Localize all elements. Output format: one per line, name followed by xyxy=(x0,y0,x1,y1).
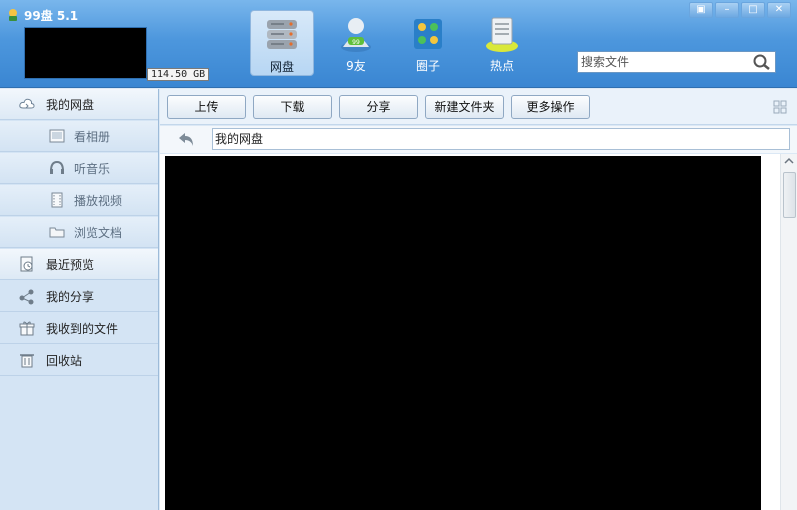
sidebar-item-label: 我的网盘 xyxy=(46,97,95,112)
path-bar: 我的网盘 xyxy=(160,126,797,153)
hot-icon xyxy=(486,17,518,52)
sidebar-item-label: 播放视频 xyxy=(74,193,123,208)
sidebar-item-photos[interactable]: 看相册 xyxy=(0,121,158,152)
sidebar-item-received[interactable]: 我收到的文件 xyxy=(0,313,158,344)
tab-label: 9友 xyxy=(346,59,366,73)
svg-text:99: 99 xyxy=(352,39,360,46)
sidebar-item-videos[interactable]: 播放视频 xyxy=(0,185,158,216)
header-bar: 99盘 5.1 114.50 GB 网盘 99 9友 圈子 热点 ▣ – □ ✕… xyxy=(0,0,797,88)
vertical-scrollbar[interactable] xyxy=(780,154,797,510)
scroll-thumb[interactable] xyxy=(783,172,796,218)
more-actions-button[interactable]: 更多操作 xyxy=(511,95,590,119)
tab-label: 热点 xyxy=(489,59,514,73)
sidebar-item-label: 浏览文档 xyxy=(74,225,123,240)
folder-icon xyxy=(49,227,65,238)
sidebar-item-label: 回收站 xyxy=(46,353,83,368)
window-controls: ▣ – □ ✕ xyxy=(689,2,791,18)
back-icon[interactable] xyxy=(176,130,198,148)
path-field[interactable]: 我的网盘 xyxy=(212,128,790,150)
pin-icon[interactable]: ▣ xyxy=(689,2,713,18)
share-button[interactable]: 分享 xyxy=(339,95,418,119)
app-title: 99盘 5.1 xyxy=(24,8,79,23)
sidebar-item-label: 看相册 xyxy=(74,129,111,144)
download-button[interactable]: 下载 xyxy=(253,95,332,119)
headphone-icon xyxy=(50,160,64,174)
share-icon xyxy=(19,289,34,305)
tab-label: 网盘 xyxy=(269,60,294,74)
trash-icon xyxy=(20,354,34,368)
tab-label: 圈子 xyxy=(415,59,440,73)
cloud-icon xyxy=(19,98,35,109)
view-grid-icon[interactable] xyxy=(773,100,787,114)
photo-icon xyxy=(49,129,65,143)
sidebar-item-music[interactable]: 听音乐 xyxy=(0,153,158,184)
search-box xyxy=(577,51,776,73)
sidebar-item-label: 我的分享 xyxy=(46,289,95,304)
avatar[interactable] xyxy=(24,27,147,79)
search-input[interactable] xyxy=(578,52,748,72)
sidebar: 我的网盘 看相册 听音乐 播放视频 浏览文档 最近预览 我的分享 我收到的文件 … xyxy=(0,89,159,510)
tab-circles[interactable]: 圈子 xyxy=(396,10,460,76)
quota-label: 114.50 GB xyxy=(147,68,210,81)
file-list-area[interactable] xyxy=(160,154,797,510)
sidebar-item-my-share[interactable]: 我的分享 xyxy=(0,281,158,312)
tab-friends[interactable]: 99 9友 xyxy=(324,10,388,76)
new-folder-button[interactable]: 新建文件夹 xyxy=(425,95,504,119)
tab-hot[interactable]: 热点 xyxy=(470,10,534,76)
sidebar-item-recent[interactable]: 最近预览 xyxy=(0,249,158,280)
server-icon xyxy=(267,20,297,49)
sidebar-item-label: 我收到的文件 xyxy=(46,321,119,336)
sidebar-item-label: 听音乐 xyxy=(74,161,111,176)
sidebar-item-label: 最近预览 xyxy=(46,257,95,272)
gift-icon xyxy=(19,321,35,336)
minimize-icon[interactable]: – xyxy=(715,2,739,18)
scroll-up-icon[interactable] xyxy=(784,156,794,166)
film-icon xyxy=(51,192,63,208)
recent-icon xyxy=(20,256,33,272)
maximize-icon[interactable]: □ xyxy=(741,2,765,18)
upload-button[interactable]: 上传 xyxy=(167,95,246,119)
search-icon[interactable] xyxy=(752,53,772,71)
toolbar: 上传 下载 分享 新建文件夹 更多操作 xyxy=(160,89,797,125)
friend-icon: 99 xyxy=(341,18,371,52)
tab-netdisk[interactable]: 网盘 xyxy=(250,10,314,76)
group-icon xyxy=(414,19,442,49)
sidebar-item-documents[interactable]: 浏览文档 xyxy=(0,217,158,248)
sidebar-item-my-disk[interactable]: 我的网盘 xyxy=(0,89,158,120)
file-list-content xyxy=(165,156,761,510)
app-logo-icon xyxy=(9,9,17,21)
close-icon[interactable]: ✕ xyxy=(767,2,791,18)
sidebar-item-recycle-bin[interactable]: 回收站 xyxy=(0,345,158,376)
app-title-bar: 99盘 5.1 xyxy=(6,6,78,24)
